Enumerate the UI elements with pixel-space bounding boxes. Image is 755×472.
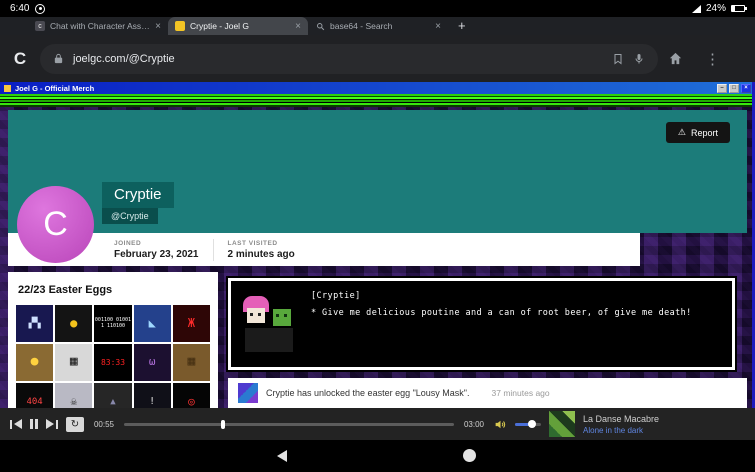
signal-icon xyxy=(691,4,701,13)
android-navbar xyxy=(0,440,755,472)
glitch-banner xyxy=(0,94,755,107)
close-tab-icon[interactable]: × xyxy=(155,21,161,32)
dialogue-text: [Cryptie] * Give me delicious poutine an… xyxy=(299,281,732,318)
url-bar[interactable]: joelgc.com/@Cryptie xyxy=(40,43,658,74)
easter-eggs-panel: 22/23 Easter Eggs ▞▚ ● 001100 010011 11010… xyxy=(8,272,218,408)
easter-egg-tile[interactable]: Ж xyxy=(172,305,210,343)
new-tab-button[interactable]: + xyxy=(458,18,466,33)
dialogue-line: * Give me delicious poutine and a can of… xyxy=(311,308,692,318)
easter-egg-tile[interactable]: 001100 010011 110100 xyxy=(94,305,132,343)
home-button[interactable] xyxy=(463,449,476,462)
last-visited-group: LAST VISITED 2 minutes ago xyxy=(214,240,309,260)
back-button[interactable] xyxy=(277,450,287,462)
feed-text: Cryptie has unlocked the easter egg "Lou… xyxy=(266,388,470,398)
search-icon xyxy=(315,21,325,31)
easter-egg-grid: ▞▚ ● 001100 010011 110100 ◣ Ж ● ▦ 83:33 ω ▦ 404 ☠ ▲!… xyxy=(16,305,210,408)
window-icon xyxy=(4,84,11,92)
easter-egg-tile[interactable]: ▦ xyxy=(172,344,210,382)
next-track-button[interactable] xyxy=(46,419,58,429)
easter-egg-tile[interactable]: ● xyxy=(55,305,93,343)
last-visited-value: 2 minutes ago xyxy=(227,248,295,260)
web-page: Joel G - Official Merch – □ × ⚠ Report C… xyxy=(0,82,755,408)
easter-egg-tile[interactable]: ▦ xyxy=(55,344,93,382)
minimize-button[interactable]: – xyxy=(717,83,727,93)
media-player: ↻ 00:55 03:00 La Danse Macabre Alone in … xyxy=(0,408,755,440)
progress-thumb[interactable] xyxy=(221,419,225,429)
previous-track-button[interactable] xyxy=(10,419,22,429)
profile-name: Cryptie xyxy=(102,182,174,208)
tab-cryptie-joelg[interactable]: Cryptie - Joel G × xyxy=(168,17,308,35)
status-bar: 6:40 24% xyxy=(0,0,755,17)
close-tab-icon[interactable]: × xyxy=(295,21,301,32)
last-visited-label: LAST VISITED xyxy=(227,239,278,247)
tab-character-chat[interactable]: c Chat with Character Assista × xyxy=(28,17,168,35)
window-title: Joel G - Official Merch xyxy=(15,83,95,93)
easter-eggs-title: 22/23 Easter Eggs xyxy=(18,284,113,296)
volume-thumb[interactable] xyxy=(527,420,536,428)
elapsed-time: 00:55 xyxy=(93,419,115,429)
maximize-button[interactable]: □ xyxy=(729,83,739,93)
track-subtitle-link[interactable]: Alone in the dark xyxy=(583,426,659,435)
tab-favicon: c xyxy=(35,21,45,31)
easter-egg-tile[interactable]: ! xyxy=(133,383,171,408)
tab-favicon xyxy=(175,21,185,31)
total-time: 03:00 xyxy=(463,419,485,429)
profile-info-strip: JOINED February 23, 2021 LAST VISITED 2 … xyxy=(8,233,640,266)
easter-egg-tile[interactable]: 83:33 xyxy=(94,344,132,382)
album-art xyxy=(549,411,575,437)
joined-group: JOINED February 23, 2021 xyxy=(100,240,213,260)
joined-value: February 23, 2021 xyxy=(114,248,199,260)
feed-avatar xyxy=(238,383,258,403)
close-button[interactable]: × xyxy=(741,83,751,93)
tab-base64-search[interactable]: base64 - Search × xyxy=(308,17,448,35)
close-tab-icon[interactable]: × xyxy=(435,21,441,32)
track-title: La Danse Macabre xyxy=(583,413,660,424)
feed-item[interactable]: Cryptie has unlocked the easter egg "Lou… xyxy=(228,378,747,408)
warning-icon: ⚠ xyxy=(677,127,686,137)
browser-menu-icon[interactable]: ⋮ xyxy=(705,50,720,68)
feed-timestamp: 37 minutes ago xyxy=(491,388,550,398)
profile-handle: @Cryptie xyxy=(102,208,158,224)
dialogue-speaker: [Cryptie] xyxy=(311,291,361,301)
lock-icon[interactable] xyxy=(53,53,64,64)
notification-icon xyxy=(35,3,46,14)
battery-icon xyxy=(731,5,747,12)
tab-label: base64 - Search xyxy=(330,21,393,31)
easter-egg-tile[interactable]: ω xyxy=(133,344,171,382)
browser-toolbar: C joelgc.com/@Cryptie ⋮ xyxy=(0,35,755,82)
battery-percent: 24% xyxy=(705,3,726,14)
easter-egg-tile[interactable]: ● xyxy=(16,344,54,382)
volume-slider[interactable] xyxy=(515,420,541,428)
browser-logo-icon[interactable]: C xyxy=(10,49,30,69)
pause-button[interactable] xyxy=(30,419,38,429)
avatar: C xyxy=(17,186,94,263)
dialogue-box: [Cryptie] * Give me delicious poutine an… xyxy=(228,278,735,370)
clock: 6:40 xyxy=(10,3,30,14)
easter-egg-tile[interactable]: ◎ xyxy=(172,383,210,408)
easter-egg-tile[interactable]: ☠ xyxy=(55,383,93,408)
speaker-icon[interactable] xyxy=(494,418,507,431)
easter-egg-tile[interactable]: 404 xyxy=(16,383,54,408)
tab-label: Chat with Character Assista xyxy=(50,21,151,31)
report-button[interactable]: ⚠ Report xyxy=(665,122,730,143)
dialogue-portrait xyxy=(241,294,299,354)
screen: 6:40 24% c Chat with Character Assista ×… xyxy=(0,0,755,472)
joined-label: JOINED xyxy=(114,239,142,247)
avatar-letter: C xyxy=(43,205,68,243)
home-icon[interactable] xyxy=(668,51,683,66)
profile-identity: Cryptie @Cryptie xyxy=(102,182,174,224)
url-text[interactable]: joelgc.com/@Cryptie xyxy=(73,53,603,65)
seek-slider[interactable] xyxy=(124,419,454,429)
bookmark-icon[interactable] xyxy=(612,53,624,65)
easter-egg-tile[interactable]: ◣ xyxy=(133,305,171,343)
easter-egg-tile[interactable]: ▲ xyxy=(94,383,132,408)
mic-icon[interactable] xyxy=(633,53,645,65)
easter-egg-tile[interactable]: ▞▚ xyxy=(16,305,54,343)
loop-button[interactable]: ↻ xyxy=(66,416,84,432)
tab-strip: c Chat with Character Assista × Cryptie … xyxy=(0,17,755,35)
window-titlebar: Joel G - Official Merch – □ × xyxy=(0,82,755,94)
tab-label: Cryptie - Joel G xyxy=(190,21,250,31)
track-info: La Danse Macabre Alone in the dark xyxy=(583,414,659,435)
report-label: Report xyxy=(690,127,718,138)
